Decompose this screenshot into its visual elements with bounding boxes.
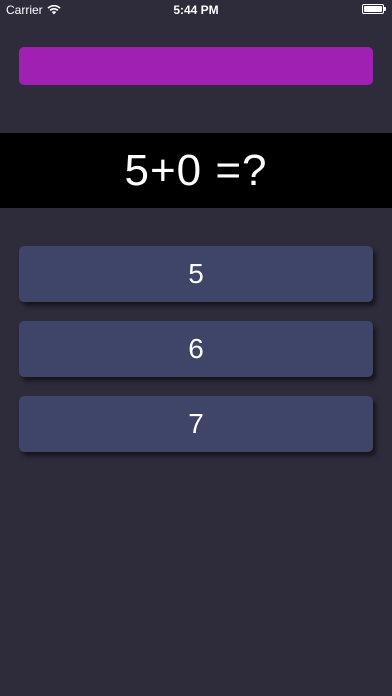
answer-button-2[interactable]: 6 <box>19 321 373 377</box>
answer-list: 5 6 7 <box>19 246 373 471</box>
answer-button-3[interactable]: 7 <box>19 396 373 452</box>
battery-icon <box>362 4 386 14</box>
progress-bar <box>19 47 373 85</box>
question-band: 5+0 =? <box>0 133 392 208</box>
question-text: 5+0 =? <box>124 145 268 195</box>
status-bar: Carrier 5:44 PM <box>0 0 392 20</box>
status-right <box>362 4 386 14</box>
answer-button-1[interactable]: 5 <box>19 246 373 302</box>
status-time: 5:44 PM <box>173 3 219 17</box>
